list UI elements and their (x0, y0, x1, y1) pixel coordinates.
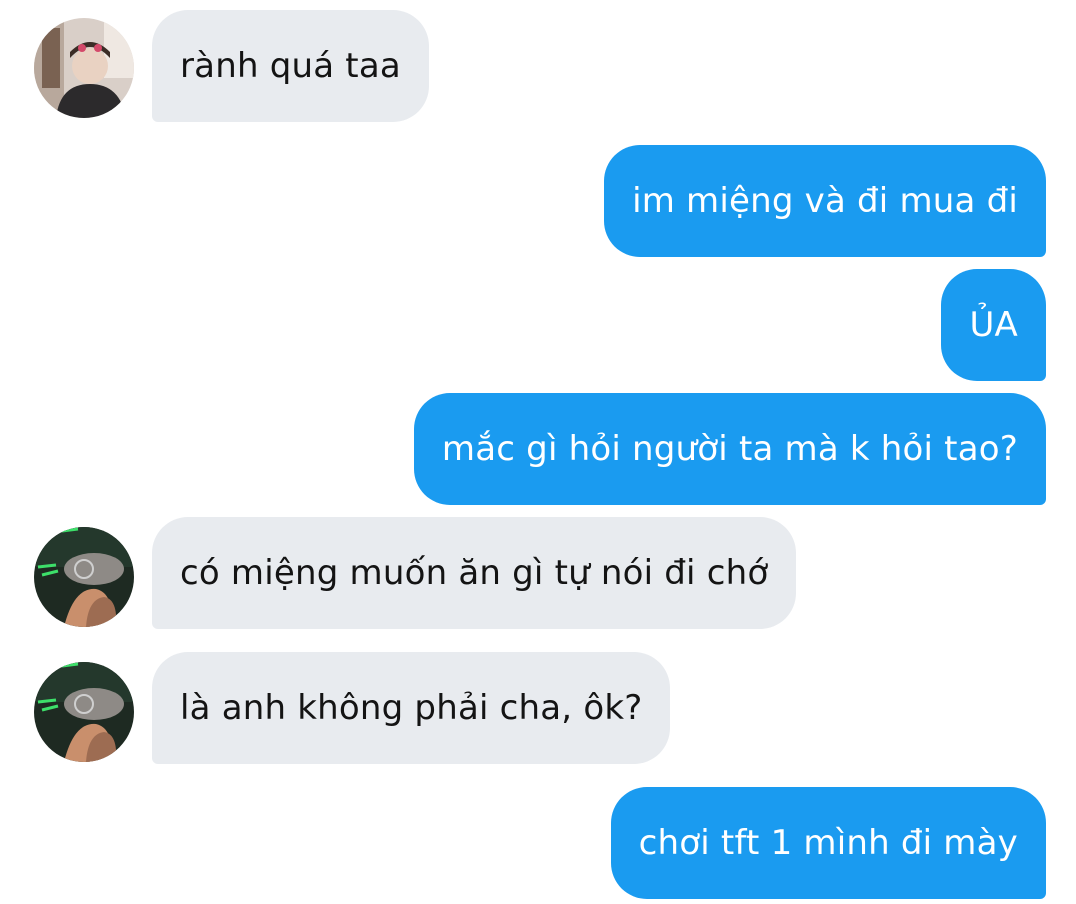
message-row-outgoing: mắc gì hỏi người ta mà k hỏi tao? (0, 393, 1076, 505)
avatar-photo-icon (34, 18, 134, 118)
message-bubble-outgoing[interactable]: mắc gì hỏi người ta mà k hỏi tao? (413, 393, 1046, 505)
message-row-incoming: là anh không phải cha, ôk? (0, 652, 1076, 764)
message-text: là anh không phải cha, ôk? (180, 688, 643, 728)
message-row-incoming: có miệng muốn ăn gì tự nói đi chớ (0, 517, 1076, 629)
message-bubble-incoming[interactable]: là anh không phải cha, ôk? (152, 652, 671, 764)
message-row-incoming: rành quá taa (0, 10, 1076, 122)
message-bubble-outgoing[interactable]: chơi tft 1 mình đi mày (610, 787, 1046, 899)
avatar-photo-icon (34, 662, 134, 762)
message-text: rành quá taa (180, 46, 401, 86)
message-text: ỦA (969, 305, 1018, 345)
message-row-outgoing: im miệng và đi mua đi (0, 145, 1076, 257)
message-row-outgoing: ỦA (0, 269, 1076, 381)
message-bubble-outgoing[interactable]: ỦA (941, 269, 1046, 381)
avatar-photo-icon (34, 527, 134, 627)
sender-avatar[interactable] (34, 18, 134, 118)
message-bubble-incoming[interactable]: rành quá taa (152, 10, 429, 122)
message-thread[interactable]: rành quá taa im miệng và đi mua đi ỦA mắ… (0, 0, 1076, 904)
message-text: chơi tft 1 mình đi mày (638, 823, 1018, 863)
message-bubble-outgoing[interactable]: im miệng và đi mua đi (604, 145, 1046, 257)
message-text: mắc gì hỏi người ta mà k hỏi tao? (441, 429, 1018, 469)
sender-avatar[interactable] (34, 527, 134, 627)
message-bubble-incoming[interactable]: có miệng muốn ăn gì tự nói đi chớ (152, 517, 797, 629)
sender-avatar[interactable] (34, 662, 134, 762)
message-text: im miệng và đi mua đi (632, 181, 1018, 221)
message-text: có miệng muốn ăn gì tự nói đi chớ (180, 553, 769, 593)
message-row-outgoing: chơi tft 1 mình đi mày (0, 787, 1076, 899)
